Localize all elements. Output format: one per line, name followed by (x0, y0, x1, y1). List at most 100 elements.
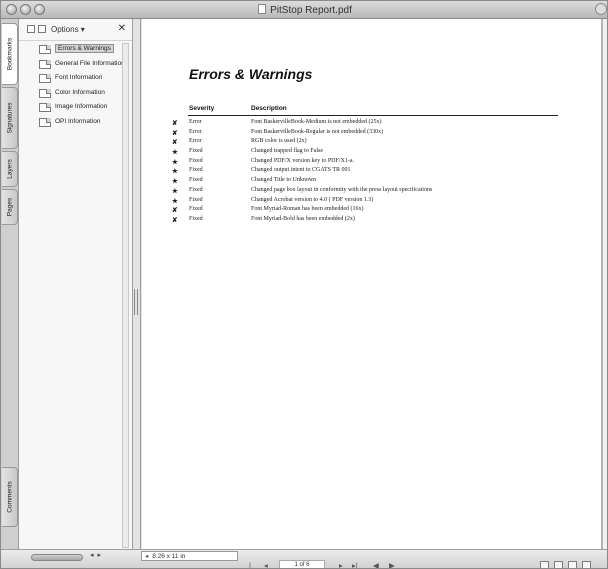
bookmark-label: OPI Information (55, 117, 101, 125)
navigation-tab-strip: Bookmarks Signatures Layers Pages Commen… (1, 19, 19, 554)
page-icon (39, 59, 51, 69)
status-icon: ★ (172, 158, 178, 166)
bookmark-item[interactable]: Errors & Warnings (37, 44, 131, 59)
description-cell: Changed trapped flag to False (251, 148, 323, 155)
page-icon (39, 45, 51, 54)
description-cell: Font Myriad-Roman has been embedded (16x… (251, 206, 364, 213)
description-cell: Changed Acrobat version to 4.0 ( PDF ver… (251, 196, 374, 203)
status-icon: ✘ (172, 120, 178, 127)
table-row: ✘ Error Font BaskervilleBook-Regular is no… (172, 129, 592, 139)
description-column-header: Description (251, 105, 287, 112)
table-row: ★ Fixed Changed PDF/X version key to PDF/X… (172, 158, 592, 168)
next-page-button[interactable]: ▸ (339, 561, 343, 568)
status-icon: ★ (172, 178, 178, 186)
status-icon: ★ (172, 197, 178, 205)
panel-scrollbar[interactable] (122, 43, 129, 548)
bookmark-label: General File Information (55, 59, 125, 67)
splitter-grip-icon[interactable] (134, 289, 138, 315)
pdf-viewer-window: PitStop Report.pdf Bookmarks Signatures … (0, 0, 608, 569)
continuous-facing-view-icon[interactable] (582, 561, 591, 568)
toolbar-toggle-button[interactable] (595, 3, 607, 15)
continuous-view-icon[interactable] (554, 561, 563, 568)
issue-table: ✘ Error Font BaskervilleBook-Medium is not… (172, 119, 592, 226)
description-cell: Changed PDF/X version key to PDF/X1-a. (251, 157, 354, 164)
document-scrollbar[interactable] (602, 19, 607, 549)
bookmark-label: Color Information (55, 88, 105, 96)
page-icon (39, 74, 51, 84)
table-row: ✘ Fixed Font Myriad-Bold has been embedded… (172, 216, 592, 226)
single-page-view-icon[interactable] (540, 561, 549, 568)
bookmark-item[interactable]: General File Information (37, 59, 131, 74)
tab-signatures[interactable]: Signatures (2, 87, 18, 149)
panel-resize-slider[interactable] (31, 554, 83, 561)
bookmark-label: Image Information (55, 103, 108, 111)
description-cell: Changed output intent to CGATS TR 001 (251, 167, 351, 174)
page-size-field[interactable]: ◂ 8.26 x 11 in (141, 551, 238, 561)
facing-view-icon[interactable] (568, 561, 577, 568)
severity-cell: Fixed (189, 167, 203, 174)
severity-cell: Error (189, 119, 202, 125)
page-icon (39, 103, 51, 113)
last-page-button[interactable]: ▸| (352, 561, 358, 568)
table-row: ✘ Error Font BaskervilleBook-Medium is not… (172, 119, 592, 129)
description-cell: Changed Title to Unknown (251, 177, 317, 184)
options-menu-button[interactable]: Options ▾ (51, 25, 85, 34)
first-page-button[interactable]: |◂ (249, 561, 253, 568)
tab-label: Layers (6, 159, 13, 179)
back-button[interactable]: ◀ (373, 561, 379, 568)
close-icon[interactable]: ✕ (118, 23, 126, 34)
severity-cell: Fixed (189, 148, 203, 155)
panel-splitter[interactable] (133, 19, 141, 554)
tab-comments[interactable]: Comments (2, 467, 18, 527)
panel-scroll-arrows[interactable]: ◂ ▸ (90, 551, 102, 559)
bookmark-item[interactable]: Image Information (37, 102, 131, 117)
pdf-document-icon (258, 4, 267, 14)
page-icon (39, 88, 51, 98)
table-row: ★ Fixed Changed output intent to CGATS TR … (172, 167, 592, 177)
description-cell: Font Myriad-Bold has been embedded (2x) (251, 215, 355, 222)
tab-label: Comments (6, 481, 13, 513)
title-bar: PitStop Report.pdf (1, 1, 607, 19)
status-icon: ✘ (172, 207, 178, 215)
page-title: Errors & Warnings (189, 66, 313, 82)
bookmark-item[interactable]: Color Information (37, 88, 131, 103)
previous-page-button[interactable]: ◂ (264, 561, 268, 568)
severity-cell: Fixed (189, 157, 203, 164)
document-page: Errors & Warnings Severity Description ✘… (142, 19, 602, 549)
page-icon (39, 117, 51, 127)
window-title: PitStop Report.pdf (270, 5, 352, 16)
table-row: ★ Fixed Changed page box layout in conform… (172, 187, 592, 197)
page-size-value: 8.26 x 11 in (152, 553, 186, 560)
bookmark-label: Font Information (55, 74, 103, 82)
description-cell: Font BaskervilleBook-Medium is not embed… (251, 119, 382, 125)
bookmark-list-icon[interactable] (27, 25, 35, 33)
forward-button[interactable]: ▶ (389, 561, 395, 568)
severity-cell: Fixed (189, 215, 203, 222)
page-size-arrow-icon: ◂ (145, 553, 149, 560)
description-cell: Changed page box layout in conformity wi… (251, 186, 433, 193)
table-row: ✘ Fixed Font Myriad-Roman has been embedde… (172, 206, 592, 216)
table-row: ★ Fixed Changed Title to Unknown (172, 177, 592, 187)
status-icon: ✘ (172, 129, 178, 137)
table-row: ★ Fixed Changed trapped flag to False (172, 148, 592, 158)
tab-pages[interactable]: Pages (2, 189, 18, 225)
status-icon: ★ (172, 168, 178, 176)
tab-bookmarks[interactable]: Bookmarks (2, 23, 18, 85)
tab-label: Signatures (6, 102, 13, 134)
window-title-area: PitStop Report.pdf (1, 4, 607, 16)
tab-layers[interactable]: Layers (2, 151, 18, 187)
description-cell: RGB color is used (2x) (251, 138, 307, 145)
panel-toolbar: Options ▾ ✕ (19, 19, 132, 41)
severity-cell: Error (189, 128, 202, 135)
status-icon: ✘ (172, 216, 178, 224)
bookmark-item[interactable]: Font Information (37, 73, 131, 88)
tab-label: Pages (6, 197, 13, 217)
bookmark-expand-icon[interactable] (38, 25, 46, 33)
table-row: ★ Fixed Changed Acrobat version to 4.0 ( P… (172, 197, 592, 207)
status-icon: ★ (172, 149, 178, 157)
page-number-field[interactable]: 1 of 6 (279, 560, 325, 568)
bookmark-item[interactable]: OPI Information (37, 117, 131, 132)
severity-cell: Fixed (189, 177, 203, 184)
severity-column-header: Severity (189, 105, 215, 112)
severity-cell: Fixed (189, 186, 203, 193)
